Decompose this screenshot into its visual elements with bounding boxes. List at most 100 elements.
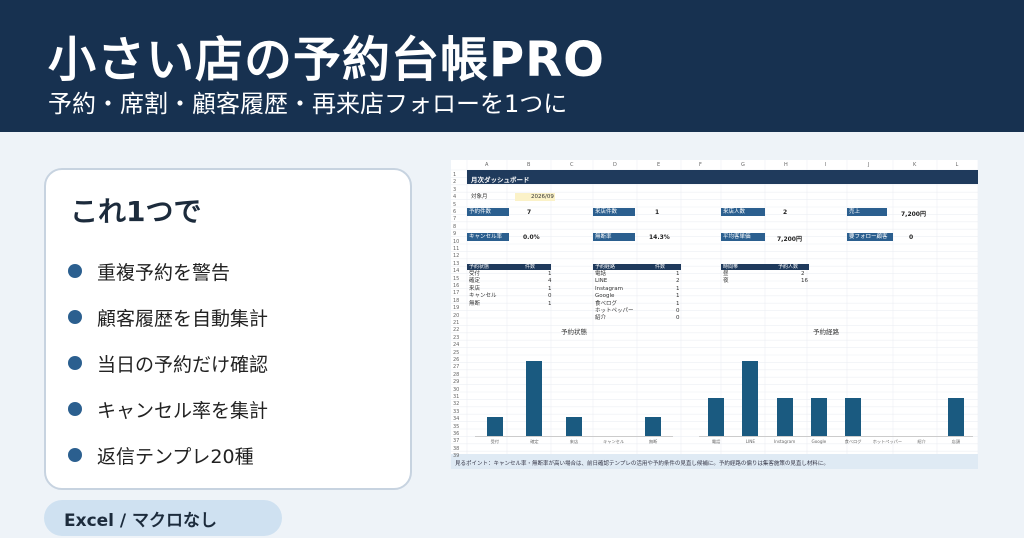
status-table-cell[interactable]: 受付 xyxy=(469,271,480,278)
route-table-value[interactable]: 1 xyxy=(676,286,680,293)
status-table-value[interactable]: 4 xyxy=(548,279,552,285)
row-number[interactable]: 6 xyxy=(453,209,456,215)
row-number[interactable]: 31 xyxy=(453,394,459,400)
kpi-label: 無断率 xyxy=(593,233,635,241)
status-table-cell[interactable]: キャンセル xyxy=(469,294,497,300)
row-number[interactable]: 38 xyxy=(453,446,459,452)
row-number[interactable]: 22 xyxy=(453,327,459,333)
row-number[interactable]: 15 xyxy=(453,276,459,282)
target-month-label: 対象月 xyxy=(471,194,488,200)
row-number[interactable]: 7 xyxy=(453,216,456,222)
row-number[interactable]: 35 xyxy=(453,424,459,430)
row-number[interactable]: 4 xyxy=(453,194,456,200)
row-number[interactable]: 30 xyxy=(453,387,459,393)
route-table-cell[interactable]: 紹介 xyxy=(595,316,606,322)
route-chart-bar xyxy=(947,398,964,436)
row-number[interactable]: 26 xyxy=(453,357,459,363)
row-number[interactable]: 14 xyxy=(453,268,459,274)
feature-text: 顧客履歴を自動集計 xyxy=(97,307,269,330)
route-table-value[interactable]: 1 xyxy=(676,301,680,308)
route-chart-bar xyxy=(810,398,827,436)
column-header[interactable]: J xyxy=(868,162,869,168)
route-chart-x-label: 店頭 xyxy=(951,439,961,444)
column-header[interactable]: G xyxy=(741,162,745,168)
row-number[interactable]: 23 xyxy=(453,335,459,341)
row-number[interactable]: 5 xyxy=(453,202,456,208)
row-number[interactable]: 24 xyxy=(453,342,459,348)
row-number[interactable]: 3 xyxy=(453,187,456,193)
row-number[interactable]: 20 xyxy=(453,313,459,319)
row-number[interactable]: 9 xyxy=(453,231,456,237)
status-table-value[interactable]: 1 xyxy=(548,301,552,308)
status-table-cell[interactable]: 確定 xyxy=(469,279,480,285)
route-table-cell[interactable]: ホットペッパー xyxy=(595,308,634,315)
row-number[interactable]: 34 xyxy=(453,416,459,422)
row-number[interactable]: 19 xyxy=(453,305,459,311)
row-number[interactable]: 11 xyxy=(453,246,459,252)
status-table-cell[interactable]: 無断 xyxy=(469,301,480,308)
row-number[interactable]: 16 xyxy=(453,283,459,289)
column-header[interactable]: A xyxy=(485,162,488,168)
status-chart-x-label: 無断 xyxy=(648,439,658,444)
kpi-value: 0 xyxy=(909,234,914,241)
status-chart-bar xyxy=(486,417,503,436)
row-number[interactable]: 29 xyxy=(453,379,459,385)
row-number[interactable]: 17 xyxy=(453,290,459,296)
column-header[interactable]: B xyxy=(527,162,530,168)
row-number[interactable]: 25 xyxy=(453,350,459,356)
feature-text: 返信テンプレ20種 xyxy=(97,445,254,468)
route-chart-bar xyxy=(742,360,759,436)
row-number[interactable]: 39 xyxy=(453,453,459,459)
feature-item: 重複予約を警告 xyxy=(68,248,268,294)
time-table-cell[interactable]: 昼 xyxy=(723,271,729,278)
status-table-value[interactable]: 1 xyxy=(548,286,552,293)
row-number[interactable]: 36 xyxy=(453,431,459,437)
row-number[interactable]: 1 xyxy=(453,172,456,178)
row-number[interactable]: 8 xyxy=(453,224,456,230)
route-table-value[interactable]: 1 xyxy=(676,294,680,300)
route-table-value[interactable]: 1 xyxy=(676,271,680,278)
row-number[interactable]: 32 xyxy=(453,401,459,407)
row-number[interactable]: 2 xyxy=(453,179,456,185)
time-table-cell[interactable]: 夜 xyxy=(723,279,729,285)
route-table-value[interactable]: 2 xyxy=(676,279,680,285)
column-header[interactable]: E xyxy=(657,162,660,168)
dashboard-title: 月次ダッシュボード xyxy=(471,176,530,184)
route-table-value[interactable]: 0 xyxy=(676,308,680,315)
route-table-cell[interactable]: 電話 xyxy=(595,271,606,278)
row-number[interactable]: 18 xyxy=(453,298,459,304)
status-chart-title: 予約状態 xyxy=(561,328,587,336)
status-table-cell[interactable]: 来店 xyxy=(469,286,480,293)
route-table-cell[interactable]: Instagram xyxy=(595,286,623,293)
route-table-cell[interactable]: Google xyxy=(595,294,614,300)
column-header[interactable]: C xyxy=(570,162,574,168)
column-header[interactable]: F xyxy=(699,162,702,168)
kpi-value: 7,200円 xyxy=(777,236,802,243)
page-subtitle: 予約・席割・顧客履歴・再来店フォローを1つに xyxy=(48,90,568,118)
row-number[interactable]: 27 xyxy=(453,364,459,370)
column-header[interactable]: H xyxy=(784,162,788,168)
row-number[interactable]: 33 xyxy=(453,409,459,415)
row-number[interactable]: 21 xyxy=(453,320,459,326)
route-table-cell[interactable]: 食べログ xyxy=(595,301,617,308)
column-header[interactable]: K xyxy=(913,162,916,168)
row-number[interactable]: 37 xyxy=(453,438,459,444)
column-header[interactable]: I xyxy=(825,162,826,168)
route-table-cell[interactable]: LINE xyxy=(595,279,607,285)
time-table-value[interactable]: 16 xyxy=(801,279,808,285)
feature-text: 重複予約を警告 xyxy=(97,261,231,284)
row-number[interactable]: 12 xyxy=(453,253,459,259)
status-table-value[interactable]: 0 xyxy=(548,294,552,300)
status-table-value[interactable]: 1 xyxy=(548,271,552,278)
status-table-header: 件数 xyxy=(507,264,551,270)
row-number[interactable]: 10 xyxy=(453,239,459,245)
feature-card-title: これ1つで xyxy=(70,195,202,228)
time-table-value[interactable]: 2 xyxy=(801,271,805,278)
column-header[interactable]: D xyxy=(613,162,617,168)
kpi-value: 1 xyxy=(655,209,660,216)
row-number[interactable]: 28 xyxy=(453,372,459,378)
column-header[interactable]: L xyxy=(956,162,959,168)
route-table-value[interactable]: 0 xyxy=(676,316,680,322)
kpi-label: 要フォロー顧客 xyxy=(847,233,893,241)
row-number[interactable]: 13 xyxy=(453,261,459,267)
